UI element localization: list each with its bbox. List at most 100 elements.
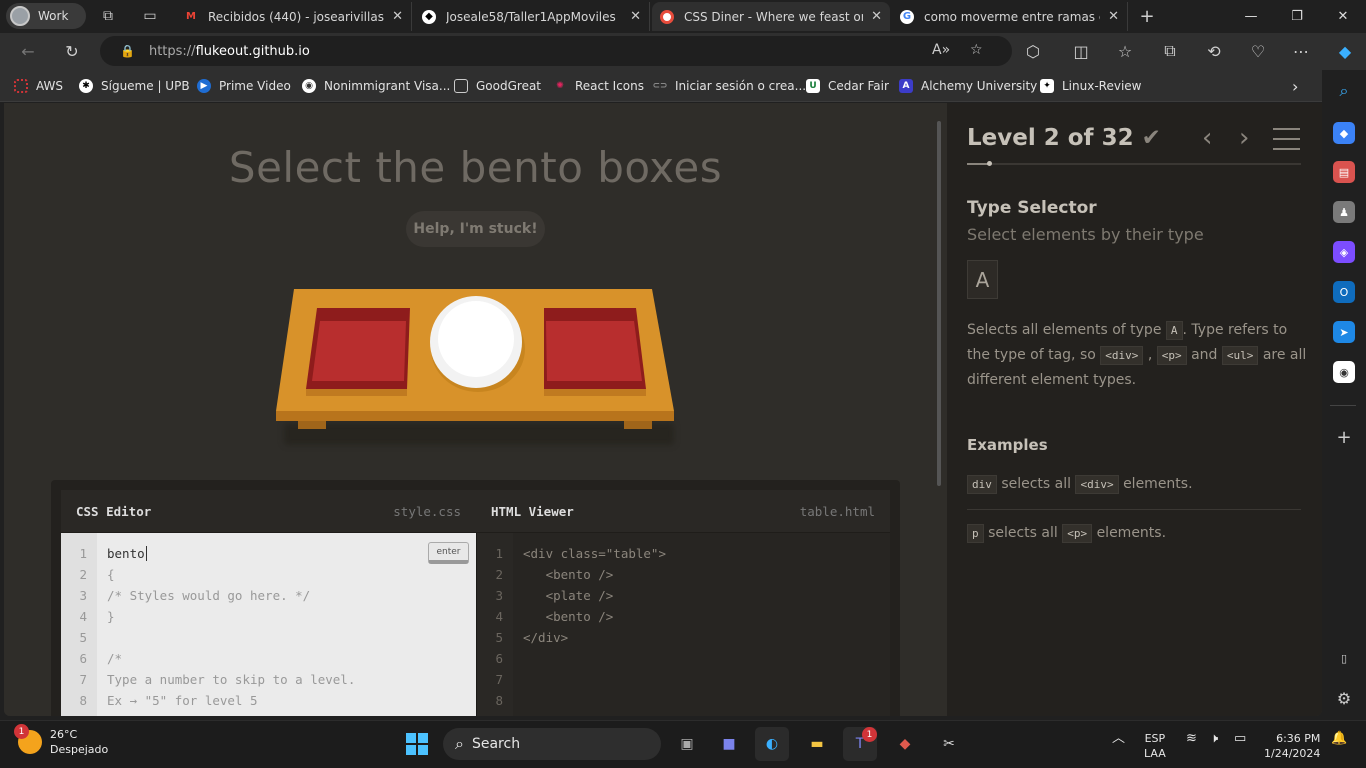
tab-title: CSS Diner - Where we feast on C [684, 9, 864, 24]
upb-icon: ✱ [79, 79, 93, 93]
html-line[interactable]: <plate /> [523, 585, 890, 606]
task-view-icon[interactable]: ▣ [670, 727, 704, 761]
table-edge [276, 411, 674, 421]
level-indicator[interactable]: Level 2 of 32 ✔ [967, 125, 1161, 151]
lock-icon: 🔒 [120, 44, 135, 58]
battery-icon[interactable]: ▭ [1234, 731, 1246, 746]
close-icon[interactable]: ✕ [630, 9, 641, 24]
tab-actions-icon[interactable]: ▭ [139, 5, 161, 27]
css-editor: CSS Editor style.css 12345678 bento{/* S… [61, 490, 476, 716]
more-menu-icon[interactable]: ⋯ [1286, 36, 1316, 66]
send-icon[interactable]: ➤ [1333, 321, 1355, 343]
tab-css-diner[interactable]: CSS Diner - Where we feast on C ✕ [652, 2, 890, 31]
tag-icon[interactable]: ◆ [1333, 122, 1355, 144]
performance-icon[interactable]: ♡ [1243, 36, 1273, 66]
html-code-lines: <div class="table"> <bento /> <plate /> … [523, 533, 890, 648]
bookmark-prime-video[interactable]: ▶ Prime Video [197, 70, 291, 102]
split-screen-icon[interactable]: ◫ [1066, 36, 1096, 66]
back-icon[interactable]: ← [13, 36, 43, 66]
line-numbers: 12345678 [61, 533, 97, 716]
git-app-icon[interactable]: ◆ [888, 727, 922, 761]
bento-box[interactable] [544, 308, 646, 396]
bookmark-aws[interactable]: AWS [14, 70, 63, 102]
language-indicator[interactable]: ESP LAA [1144, 731, 1166, 761]
taskbar-search[interactable]: ⌕ Search [443, 728, 661, 760]
html-viewer-title: HTML Viewer [491, 503, 574, 519]
bento-box[interactable] [306, 308, 410, 396]
history-icon[interactable]: ⟲ [1199, 36, 1229, 66]
collections-icon[interactable]: ⧉ [1155, 36, 1185, 66]
css-typed-selector[interactable]: bento [107, 543, 476, 564]
table-leg-left [298, 421, 326, 429]
close-icon[interactable]: ✕ [392, 9, 403, 24]
bookmark-goodgreat[interactable]: GoodGreat [454, 70, 541, 102]
outlook-icon[interactable]: O [1333, 281, 1355, 303]
previous-level-icon[interactable]: ‹ [1202, 123, 1212, 153]
minimize-icon[interactable]: — [1228, 0, 1274, 33]
bookmarks-overflow-icon[interactable]: › [1292, 70, 1298, 102]
favorite-star-icon[interactable]: ☆ [970, 42, 983, 58]
html-line[interactable]: <div class="table"> [523, 543, 890, 564]
wifi-icon[interactable]: ≋ [1186, 731, 1197, 746]
copilot-icon[interactable]: ◆ [1330, 36, 1360, 66]
bookmark-linux-review[interactable]: ✦ Linux-Review [1040, 70, 1141, 102]
volume-icon[interactable]: 🕨 [1210, 731, 1218, 746]
examples-divider [967, 509, 1301, 510]
enter-button[interactable]: enter [428, 542, 469, 564]
bookmark-cedar-fair[interactable]: U Cedar Fair [806, 70, 889, 102]
close-icon[interactable]: ✕ [871, 9, 882, 24]
refresh-icon[interactable]: ↻ [57, 36, 87, 66]
close-icon[interactable]: ✕ [1108, 9, 1119, 24]
tab-github[interactable]: ◆ Joseale58/Taller1AppMoviles ✕ [414, 2, 650, 31]
next-level-icon[interactable]: › [1239, 123, 1249, 153]
clock[interactable]: 6:36 PM 1/24/2024 [1264, 731, 1320, 761]
bookmark-react-icons[interactable]: ✺ React Icons [553, 70, 644, 102]
bookmark-alchemy[interactable]: A Alchemy University [899, 70, 1037, 102]
html-filename: table.html [799, 503, 875, 519]
example-item: p selects all <p> elements. [967, 524, 1301, 543]
level-menu-icon[interactable] [1273, 128, 1300, 150]
notifications-bell-icon[interactable]: 🔔 [1331, 731, 1347, 746]
file-explorer-icon[interactable]: ▬ [800, 727, 834, 761]
search-icon[interactable]: ⌕ [1333, 80, 1355, 102]
help-button[interactable]: Help, I'm stuck! [406, 211, 545, 247]
profile-button[interactable]: Work [6, 3, 86, 29]
close-window-icon[interactable]: ✕ [1320, 0, 1366, 33]
weather-widget[interactable]: 1 26°C Despejado [14, 724, 108, 757]
teams-icon[interactable]: T1 [843, 727, 877, 761]
workspaces-icon[interactable]: ⧉ [97, 5, 119, 27]
copilot-app-icon[interactable]: ◈ [1333, 241, 1355, 263]
prime-video-icon: ▶ [197, 79, 211, 93]
weather-temp: 26°C [50, 728, 78, 741]
add-icon[interactable]: + [1333, 426, 1355, 448]
snipping-tool-icon[interactable]: ✂ [932, 727, 966, 761]
selector-subtitle: Select elements by their type [967, 225, 1204, 244]
example-item: div selects all <div> elements. [967, 475, 1301, 494]
new-tab-icon[interactable]: + [1136, 5, 1158, 27]
sidebar-layout-icon[interactable]: ▯ [1333, 647, 1355, 669]
meet-icon[interactable]: ■ [712, 727, 746, 761]
css-input[interactable]: 12345678 bento{/* Styles would go here. … [61, 533, 476, 716]
restore-icon[interactable]: ❐ [1274, 0, 1320, 33]
bookmark-iniciar-sesion[interactable]: ⊂⊃ Iniciar sesión o crea... [652, 70, 806, 102]
tab-google[interactable]: G como moverme entre ramas en g ✕ [892, 2, 1128, 31]
extensions-icon[interactable]: ⬡ [1018, 36, 1048, 66]
page-scrollbar[interactable] [937, 121, 941, 486]
html-line[interactable]: <bento /> [523, 606, 890, 627]
html-line[interactable]: <bento /> [523, 564, 890, 585]
bookmark-sigueme[interactable]: ✱ Sígueme | UPB [79, 70, 190, 102]
start-icon[interactable] [400, 727, 434, 761]
favorites-icon[interactable]: ☆ [1110, 36, 1140, 66]
toolbox-icon[interactable]: ▤ [1333, 161, 1355, 183]
seal-icon[interactable]: ◉ [1333, 361, 1355, 383]
settings-gear-icon[interactable]: ⚙ [1333, 687, 1355, 709]
html-line[interactable]: </div> [523, 627, 890, 648]
people-icon[interactable]: ♟ [1333, 201, 1355, 223]
tab-gmail[interactable]: M Recibidos (440) - josearivillas64@ ✕ [176, 2, 412, 31]
bookmark-visa[interactable]: ◉ Nonimmigrant Visa... [302, 70, 450, 102]
edge-icon[interactable]: ◐ [755, 727, 789, 761]
address-bar[interactable]: 🔒 https://flukeout.github.io A» ☆ [100, 36, 1012, 66]
tray-overflow-icon[interactable]: ︿ [1112, 731, 1125, 746]
read-aloud-icon[interactable]: A» [932, 42, 950, 58]
gmail-icon: M [186, 11, 196, 22]
